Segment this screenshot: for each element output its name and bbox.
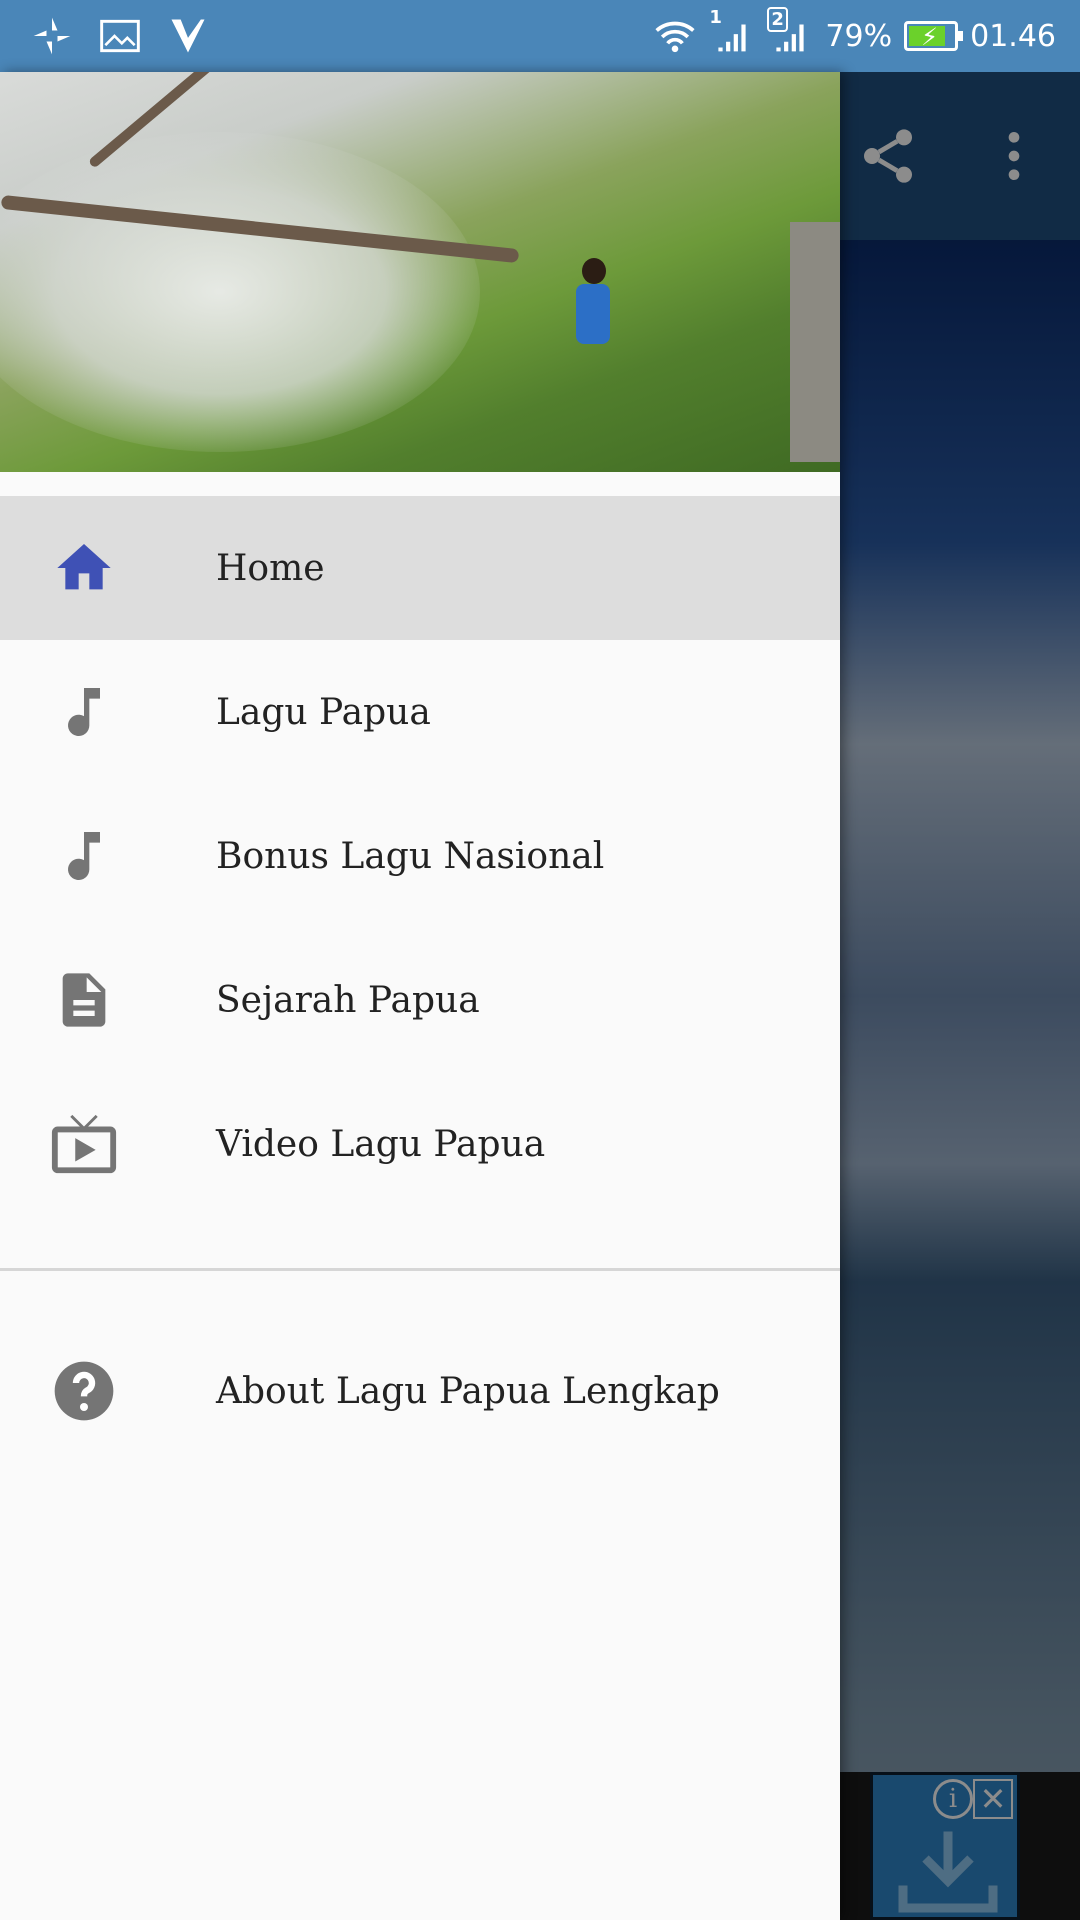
menu-item-bonus-lagu-nasional[interactable]: Bonus Lagu Nasional — [0, 784, 840, 928]
charging-bolt-icon: ⚡ — [921, 23, 938, 51]
menu-item-label: Home — [216, 547, 325, 589]
drawer-menu: Home Lagu Papua Bonus Lagu Nasional Seja… — [0, 496, 840, 1463]
pinwheel-icon — [33, 17, 71, 55]
person-figure — [790, 222, 840, 462]
drawer-header-image — [0, 72, 840, 472]
system-status: 1 2 79% ⚡ 01.46 — [653, 0, 1056, 72]
menu-item-sejarah-papua[interactable]: Sejarah Papua — [0, 928, 840, 1072]
battery-percent: 79% — [825, 18, 893, 54]
person-figure — [576, 284, 610, 344]
menu-item-video-lagu-papua[interactable]: Video Lagu Papua — [0, 1072, 840, 1216]
image-icon — [100, 19, 140, 53]
menu-item-label: Bonus Lagu Nasional — [216, 835, 605, 877]
status-bar: 1 2 79% ⚡ 01.46 — [0, 0, 1080, 72]
person-figure — [582, 258, 606, 284]
battery-icon: ⚡ — [904, 21, 964, 51]
document-icon — [48, 964, 120, 1036]
wifi-icon — [655, 21, 695, 53]
menu-item-label: Lagu Papua — [216, 691, 431, 733]
menu-item-lagu-papua[interactable]: Lagu Papua — [0, 640, 840, 784]
menu-item-about[interactable]: About Lagu Papua Lengkap — [0, 1319, 840, 1463]
menu-item-label: Video Lagu Papua — [216, 1123, 546, 1165]
notification-icons — [30, 14, 210, 58]
task-check-icon — [171, 19, 205, 53]
music-note-icon — [48, 820, 120, 892]
menu-divider — [0, 1268, 840, 1271]
menu-item-label: Sejarah Papua — [216, 979, 480, 1021]
tv-play-icon — [48, 1108, 120, 1180]
clock: 01.46 — [970, 18, 1056, 54]
home-icon — [48, 532, 120, 604]
sim1-signal: 1 — [709, 7, 755, 61]
sim2-signal: 2 — [767, 7, 813, 61]
mist-shape — [0, 132, 480, 452]
help-icon — [48, 1355, 120, 1427]
music-note-icon — [48, 676, 120, 748]
navigation-drawer: Home Lagu Papua Bonus Lagu Nasional Seja… — [0, 72, 840, 1920]
menu-item-label: About Lagu Papua Lengkap — [216, 1370, 720, 1412]
menu-item-home[interactable]: Home — [0, 496, 840, 640]
